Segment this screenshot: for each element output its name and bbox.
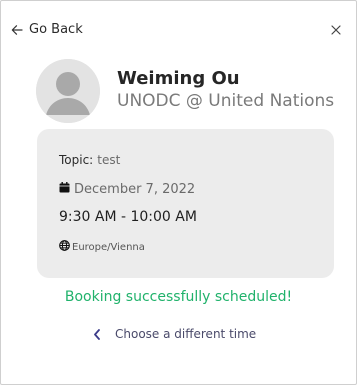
- choose-different-time-link[interactable]: Choose a different time: [93, 327, 256, 341]
- booking-panel: Go Back Weiming Ou UNODC @ United Nation…: [0, 0, 357, 385]
- booking-date: December 7, 2022: [74, 182, 196, 197]
- host-profile: Weiming Ou UNODC @ United Nations: [36, 59, 334, 123]
- avatar: [36, 59, 100, 123]
- calendar-icon: [59, 182, 74, 197]
- close-button[interactable]: [328, 22, 344, 38]
- globe-icon: [59, 240, 72, 254]
- top-bar: Go Back: [11, 22, 344, 42]
- booking-success-message: Booking successfully scheduled!: [64, 289, 293, 305]
- topic-row: Topic: test: [59, 153, 120, 167]
- topic-label: Topic:: [59, 153, 94, 167]
- go-back-label: Go Back: [29, 22, 83, 37]
- booking-timezone: Europe/Vienna: [72, 241, 145, 253]
- choose-different-time-label: Choose a different time: [115, 327, 257, 341]
- time-row: 9:30 AM - 10:00 AM: [59, 209, 197, 225]
- go-back-button[interactable]: Go Back: [11, 22, 83, 37]
- host-name: Weiming Ou: [117, 68, 240, 89]
- booking-details-card: Topic: test December 7, 2022 9:30 AM - 1…: [37, 129, 334, 278]
- timezone-row: Europe/Vienna: [59, 240, 145, 254]
- topic-value: test: [97, 153, 121, 167]
- chevron-left-icon: [93, 328, 115, 340]
- date-row: December 7, 2022: [59, 182, 195, 197]
- close-icon: [328, 22, 344, 38]
- host-organization: UNODC @ United Nations: [117, 91, 335, 111]
- arrow-left-icon: [11, 24, 23, 36]
- booking-time-range: 9:30 AM - 10:00 AM: [59, 209, 197, 225]
